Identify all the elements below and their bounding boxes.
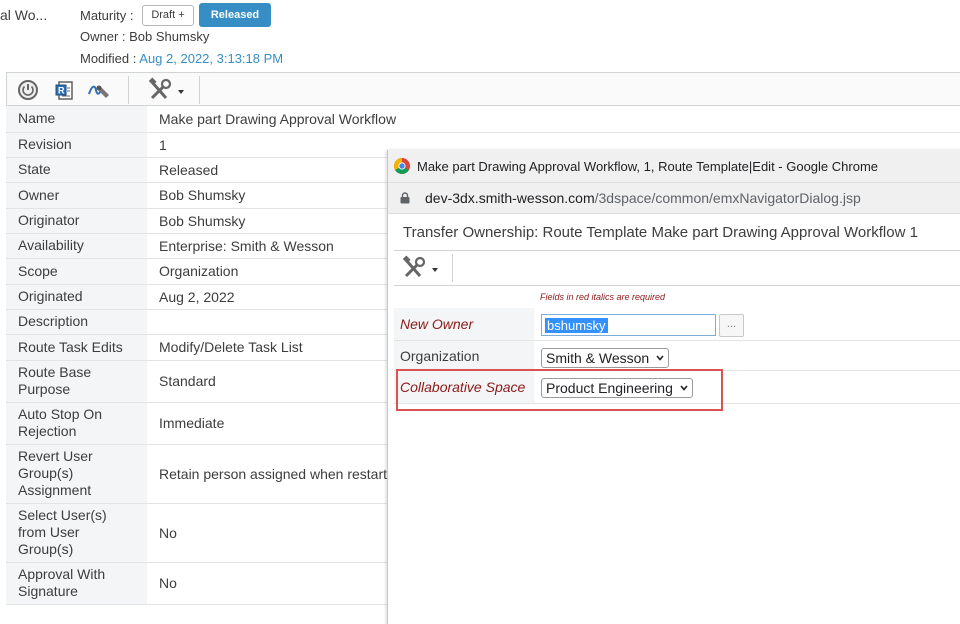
window-title-bar[interactable]: Make part Drawing Approval Workflow, 1, … bbox=[388, 150, 960, 183]
property-label: Owner bbox=[6, 182, 147, 209]
toolbar-separator bbox=[128, 76, 129, 104]
released-button[interactable]: Released bbox=[199, 3, 271, 27]
draft-button[interactable]: Draft + bbox=[142, 5, 194, 26]
property-label: Description bbox=[6, 309, 147, 335]
property-label: Approval With Signature bbox=[6, 562, 147, 605]
property-label: Name bbox=[6, 106, 147, 133]
property-label: State bbox=[6, 157, 147, 183]
modified-date: Aug 2, 2022, 3:13:18 PM bbox=[139, 51, 284, 66]
chevron-down-icon bbox=[656, 355, 664, 361]
new-owner-input[interactable]: bshumsky bbox=[541, 314, 716, 336]
chrome-logo-icon bbox=[394, 158, 410, 174]
property-label: Originated bbox=[6, 284, 147, 310]
required-fields-note: Fields in red italics are required bbox=[540, 292, 666, 302]
modified-info: Modified : Aug 2, 2022, 3:13:18 PM bbox=[80, 51, 283, 66]
object-toolbar: R bbox=[6, 72, 960, 106]
power-icon[interactable] bbox=[15, 77, 41, 103]
dialog-toolbar bbox=[394, 251, 960, 286]
url-host: dev-3dx.smith-wesson.com bbox=[425, 190, 595, 206]
svg-text:R: R bbox=[58, 86, 65, 96]
highlight-annotation bbox=[396, 369, 723, 411]
tools-menu-icon[interactable] bbox=[147, 77, 187, 103]
property-label: Route Task Edits bbox=[6, 334, 147, 361]
browse-owner-button[interactable]: ... bbox=[719, 314, 744, 337]
new-owner-label: New Owner bbox=[400, 316, 474, 332]
modified-label: Modified : bbox=[80, 51, 137, 66]
organization-label: Organization bbox=[400, 348, 480, 364]
organization-select[interactable]: Smith & Wesson bbox=[541, 348, 669, 368]
organization-row: Organization bbox=[394, 341, 960, 371]
report-icon[interactable]: R bbox=[51, 77, 77, 103]
object-title: al Wo... bbox=[0, 7, 48, 23]
url-text: dev-3dx.smith-wesson.com/3dspace/common/… bbox=[425, 190, 861, 206]
table-row: Name Make part Drawing Approval Workflow bbox=[6, 106, 960, 133]
property-label: Scope bbox=[6, 258, 147, 285]
window-title: Make part Drawing Approval Workflow, 1, … bbox=[417, 159, 878, 174]
property-label: Revert User Group(s) Assignment bbox=[6, 444, 147, 504]
organization-value: Smith & Wesson bbox=[546, 350, 650, 366]
lock-icon bbox=[400, 192, 410, 204]
new-owner-value: bshumsky bbox=[545, 318, 608, 333]
property-label: Originator bbox=[6, 208, 147, 234]
property-label: Auto Stop On Rejection bbox=[6, 402, 147, 445]
property-label: Availability bbox=[6, 233, 147, 259]
property-value: Make part Drawing Approval Workflow bbox=[147, 106, 960, 133]
tools-menu-icon[interactable] bbox=[400, 255, 442, 281]
toolbar-separator bbox=[199, 76, 200, 104]
url-path: /3dspace/common/emxNavigatorDialog.jsp bbox=[594, 190, 861, 206]
toolbar-separator bbox=[452, 254, 453, 282]
owner-info: Owner : Bob Shumsky bbox=[80, 29, 210, 44]
property-label: Revision bbox=[6, 132, 147, 158]
maturity-label: Maturity : bbox=[80, 8, 134, 23]
dialog-title: Transfer Ownership: Route Template Make … bbox=[403, 224, 918, 241]
sign-icon[interactable] bbox=[87, 77, 113, 103]
property-label: Select User(s) from User Group(s) bbox=[6, 503, 147, 563]
address-bar[interactable]: dev-3dx.smith-wesson.com/3dspace/common/… bbox=[388, 183, 960, 214]
property-label: Route Base Purpose bbox=[6, 360, 147, 403]
